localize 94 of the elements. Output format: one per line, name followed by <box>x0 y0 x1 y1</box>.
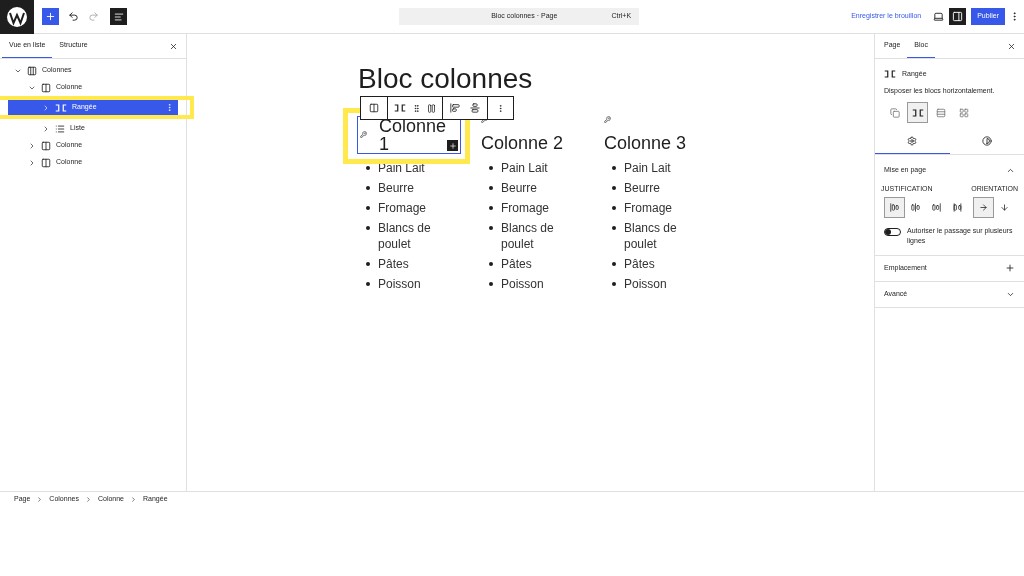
list-view-icon <box>113 11 124 22</box>
variation-icon <box>935 107 946 118</box>
bullet-icon <box>612 206 616 210</box>
page-title: Bloc colonnes <box>358 64 534 94</box>
move-icon[interactable] <box>427 103 436 113</box>
close-icon[interactable] <box>169 41 178 51</box>
arrow-icon <box>979 202 988 212</box>
list-item: Beurre <box>624 180 662 196</box>
drag-handle-icon[interactable] <box>412 103 421 113</box>
gear-icon <box>907 136 918 146</box>
list-item: Pain Lait <box>501 160 549 176</box>
block-icon <box>41 157 51 168</box>
row-icon <box>884 69 896 80</box>
plus-icon <box>448 141 457 150</box>
arrow-icon <box>1000 202 1009 212</box>
justify-icon <box>890 202 899 212</box>
bullet-icon <box>366 186 370 190</box>
list-item: Pâtes <box>378 256 410 272</box>
block-icon <box>27 65 37 76</box>
chevron-icon[interactable] <box>28 158 36 167</box>
bullet-icon <box>366 282 370 286</box>
justify-icon <box>932 202 941 212</box>
list-item: Poisson <box>378 276 422 292</box>
justification-button[interactable] <box>884 196 905 218</box>
column-heading: Colonne 1 <box>379 117 445 153</box>
list-item: Fromage <box>378 200 428 216</box>
list-item: Poisson <box>501 276 545 292</box>
list-item: Blancs de poulet <box>378 220 432 252</box>
variation-button[interactable] <box>907 102 928 123</box>
column-heading: Colonne 3 <box>604 134 687 152</box>
column-heading: Colonne 2 <box>481 134 564 152</box>
chevron-icon[interactable] <box>42 103 50 112</box>
bullet-icon <box>489 206 493 210</box>
bullet-icon <box>489 262 493 266</box>
close-icon[interactable] <box>1007 41 1016 51</box>
chevron-icon <box>130 495 137 503</box>
bullet-icon <box>612 186 616 190</box>
column-heading-block[interactable]: Colonne 1 <box>357 116 461 154</box>
bullet-icon <box>366 262 370 266</box>
list-item: Fromage <box>624 200 674 216</box>
list-item: Pâtes <box>501 256 533 272</box>
bullet-icon <box>489 282 493 286</box>
list-item: Blancs de poulet <box>624 220 678 252</box>
bullet-icon <box>366 226 370 230</box>
orientation-button[interactable] <box>973 196 994 218</box>
add-block-button[interactable] <box>447 140 458 151</box>
variation-icon <box>911 107 924 118</box>
bullet-icon <box>612 166 616 170</box>
settings-toggle[interactable] <box>949 8 967 25</box>
plus-icon <box>45 11 56 22</box>
block-icon <box>55 123 65 134</box>
document-overview-button[interactable] <box>110 8 127 25</box>
list-item: Pâtes <box>624 256 656 272</box>
justify-icon <box>953 202 962 212</box>
add-block-button[interactable] <box>42 8 59 25</box>
list-item: Beurre <box>501 180 539 196</box>
undo-icon[interactable] <box>68 11 79 22</box>
list-item: Poisson <box>624 276 668 292</box>
sidebar-icon <box>952 11 964 22</box>
chevron-icon[interactable] <box>42 124 50 133</box>
bullet-icon <box>366 206 370 210</box>
logo-icon[interactable] <box>0 0 34 34</box>
bullet-icon <box>489 226 493 230</box>
column-heading-block[interactable]: Colonne 2 <box>481 116 591 152</box>
chevron-icon[interactable] <box>28 141 36 150</box>
chevron-icon <box>36 495 44 503</box>
list-item: Blancs de poulet <box>501 220 555 252</box>
more-icon[interactable] <box>496 103 505 113</box>
laptop-icon[interactable] <box>933 11 945 22</box>
block-icon <box>41 140 51 151</box>
list-item: Beurre <box>378 180 416 196</box>
chevron-icon <box>84 495 92 503</box>
more-icon[interactable] <box>165 103 174 112</box>
justify-icon[interactable] <box>450 103 460 113</box>
variation-icon <box>958 107 969 118</box>
block-icon <box>41 82 51 93</box>
list-item: Fromage <box>501 200 551 216</box>
list-item: Pain Lait <box>624 160 672 176</box>
contrast-icon <box>981 136 992 146</box>
bullet-icon <box>612 226 616 230</box>
bullet-icon <box>612 262 616 266</box>
justify-icon <box>911 202 920 212</box>
block-icon <box>55 102 67 113</box>
row-icon[interactable] <box>394 103 406 113</box>
bullet-icon <box>489 186 493 190</box>
wrap-toggle[interactable] <box>884 227 901 236</box>
column-heading-block[interactable]: Colonne 3 <box>604 116 714 152</box>
bullet-icon <box>489 166 493 170</box>
align-icon[interactable] <box>470 103 480 113</box>
plus-icon <box>1005 263 1015 273</box>
variation-icon <box>889 107 900 118</box>
parent-block-icon[interactable] <box>369 103 379 113</box>
bullet-icon <box>612 282 616 286</box>
bullet-icon <box>366 166 370 170</box>
